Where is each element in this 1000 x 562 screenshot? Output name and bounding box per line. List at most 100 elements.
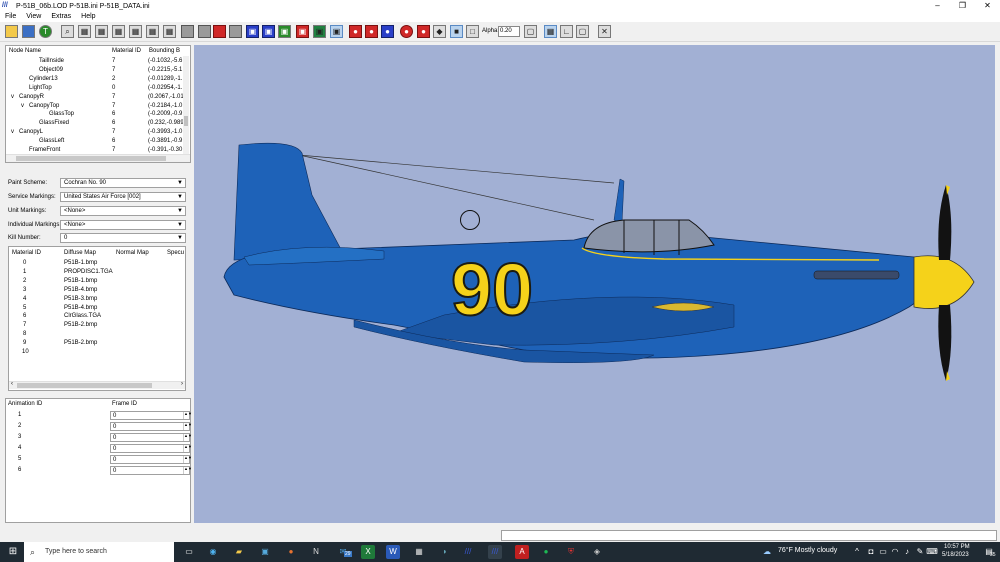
diffuse-map-cell[interactable]: P51B-2.bmp [64, 340, 97, 346]
diffuse-map-cell[interactable]: P51B-2.bmp [64, 322, 97, 328]
diffuse-map-header[interactable]: Diffuse Map [64, 250, 96, 256]
service-markings-select[interactable]: United States Air Force [002] ▼ [60, 192, 186, 202]
tools-icon[interactable]: ✕ [598, 25, 611, 38]
stepper-arrows-icon[interactable]: ▲▼ [183, 423, 192, 430]
red-shape-icon[interactable]: ● [349, 25, 362, 38]
material-id-cell[interactable]: 7 [23, 322, 26, 328]
menu-view[interactable]: View [21, 12, 46, 22]
mode-green-icon[interactable]: ▣ [278, 25, 291, 38]
kill-number-select[interactable]: 0 ▼ [60, 233, 186, 243]
node-name[interactable]: FrameFront [29, 147, 60, 153]
diffuse-map-cell[interactable]: ClrGlass.TGA [64, 313, 101, 319]
mode-dark-icon[interactable]: ▣ [313, 25, 326, 38]
shade-grey2-icon[interactable] [198, 25, 211, 38]
node-name[interactable]: LightTop [29, 85, 52, 91]
frame-id-stepper[interactable]: 0 ▲▼ [110, 444, 192, 453]
diffuse-map-cell[interactable]: P51B-1.bmp [64, 278, 97, 284]
paint-scheme-select[interactable]: Cochran No. 90 ▼ [60, 178, 186, 188]
stepper-arrows-icon[interactable]: ▲▼ [183, 412, 192, 419]
shade-grey3-icon[interactable] [229, 25, 242, 38]
individual-markings-select[interactable]: <None> ▼ [60, 220, 186, 230]
material-id-cell[interactable]: 3 [23, 287, 26, 293]
clock-date[interactable]: 5/18/2023 [942, 552, 969, 558]
frame-id-stepper[interactable]: 0 ▲▼ [110, 466, 192, 475]
chevron-up-icon[interactable]: ^ [850, 545, 864, 559]
material-id-cell[interactable]: 8 [23, 331, 26, 337]
grid-icon[interactable]: ▦ [544, 25, 557, 38]
shade-grey-icon[interactable] [181, 25, 194, 38]
view-front-icon[interactable]: ▦ [78, 25, 91, 38]
material-table-panel[interactable]: Material ID Diffuse Map Normal Map Specu… [8, 246, 186, 391]
material-id-cell[interactable]: 1 [23, 269, 26, 275]
excel-icon[interactable]: X [361, 545, 375, 559]
normal-map-header[interactable]: Normal Map [116, 250, 149, 256]
diffuse-map-cell[interactable]: PROPDISC1.TGA [64, 269, 113, 275]
axis-icon[interactable]: ∟ [560, 25, 573, 38]
diffuse-map-cell[interactable]: P51B-4.bmp [64, 305, 97, 311]
node-tree-panel[interactable]: Node Name Material ID Bounding B TailIns… [5, 45, 191, 163]
store-icon[interactable]: ▣ [258, 545, 272, 559]
menu-extras[interactable]: Extras [46, 12, 76, 22]
frame-id-stepper[interactable]: 0 ▲▼ [110, 455, 192, 464]
node-name[interactable]: TailInside [39, 58, 64, 64]
material-id-col-header[interactable]: Material ID [12, 250, 41, 256]
material-id-cell[interactable]: 5 [23, 305, 26, 311]
view-bottom-icon[interactable]: ▦ [163, 25, 176, 38]
blue-shape-icon[interactable]: ● [381, 25, 394, 38]
frame-id-stepper[interactable]: 0 ▲▼ [110, 411, 192, 420]
save-icon[interactable] [22, 25, 35, 38]
mode-red-icon[interactable]: ▣ [296, 25, 309, 38]
view-back-icon[interactable]: ▦ [95, 25, 108, 38]
cube-icon[interactable]: ■ [450, 25, 463, 38]
material-id-cell[interactable]: 10 [22, 349, 29, 355]
view-left-icon[interactable]: ▦ [112, 25, 125, 38]
node-name[interactable]: Cylinder13 [29, 76, 58, 82]
mode-toggle-icon[interactable]: ▣ [330, 25, 343, 38]
node-name[interactable]: CanopyR [19, 94, 44, 100]
node-name[interactable]: CanopyL [19, 129, 43, 135]
zoom-icon[interactable]: ⌕ [61, 25, 74, 38]
tree-expander[interactable]: v [11, 94, 14, 100]
minimize-button[interactable]: – [925, 0, 950, 12]
node-name[interactable]: Object09 [39, 67, 63, 73]
shade-red-icon[interactable] [213, 25, 226, 38]
view-top-icon[interactable]: ▦ [146, 25, 159, 38]
view-right-icon[interactable]: ▦ [129, 25, 142, 38]
material-id-header[interactable]: Material ID [112, 48, 141, 54]
specular-header[interactable]: Specu [167, 250, 184, 256]
menu-file[interactable]: File [0, 12, 21, 22]
red-shape3-icon[interactable]: ● [417, 25, 430, 38]
material-id-cell[interactable]: 9 [23, 340, 26, 346]
node-name[interactable]: GlassTop [49, 111, 74, 117]
unit-markings-select[interactable]: <None> ▼ [60, 206, 186, 216]
edge-browser-icon[interactable]: ◉ [206, 545, 220, 559]
word-icon[interactable]: W [386, 545, 400, 559]
mode-solid-icon[interactable]: ▣ [262, 25, 275, 38]
stepper-arrows-icon[interactable]: ▲▼ [183, 445, 192, 452]
diffuse-map-cell[interactable]: P51B-1.bmp [64, 260, 97, 266]
texture-icon[interactable]: T [39, 25, 52, 38]
3d-viewport[interactable]: 90 [194, 45, 995, 523]
maximize-button[interactable]: ❐ [950, 0, 975, 12]
firefox-icon[interactable]: ● [284, 545, 298, 559]
alpha-input[interactable]: 0.20 [498, 26, 520, 37]
grey-shape-icon[interactable]: ◆ [433, 25, 446, 38]
stepper-arrows-icon[interactable]: ▲▼ [183, 434, 192, 441]
stepper-arrows-icon[interactable]: ▲▼ [183, 456, 192, 463]
node-name-header[interactable]: Node Name [9, 48, 41, 54]
box-icon[interactable]: ▢ [524, 25, 537, 38]
app-icon[interactable]: ◈ [590, 545, 604, 559]
app-icon[interactable]: /// [461, 545, 475, 559]
tree-expander[interactable]: v [11, 129, 14, 135]
node-hscrollbar[interactable] [6, 154, 190, 162]
close-button[interactable]: ✕ [975, 0, 1000, 12]
animation-table-panel[interactable]: Animation ID Frame ID 1 0 ▲▼ 2 0 ▲▼ 3 0 ▲▼ 4 0 ▲▼ 5 0… [5, 398, 192, 523]
n-app-icon[interactable]: N [309, 545, 323, 559]
stepper-arrows-icon[interactable]: ▲▼ [183, 467, 192, 474]
acrobat-icon[interactable]: A [515, 545, 529, 559]
windows-start-icon[interactable]: ⊞ [6, 545, 20, 559]
node-name[interactable]: GlassFixed [39, 120, 69, 126]
spotify-icon[interactable]: ● [539, 545, 553, 559]
diffuse-map-cell[interactable]: P51B-3.bmp [64, 296, 97, 302]
red-shape2-icon[interactable]: ● [365, 25, 378, 38]
